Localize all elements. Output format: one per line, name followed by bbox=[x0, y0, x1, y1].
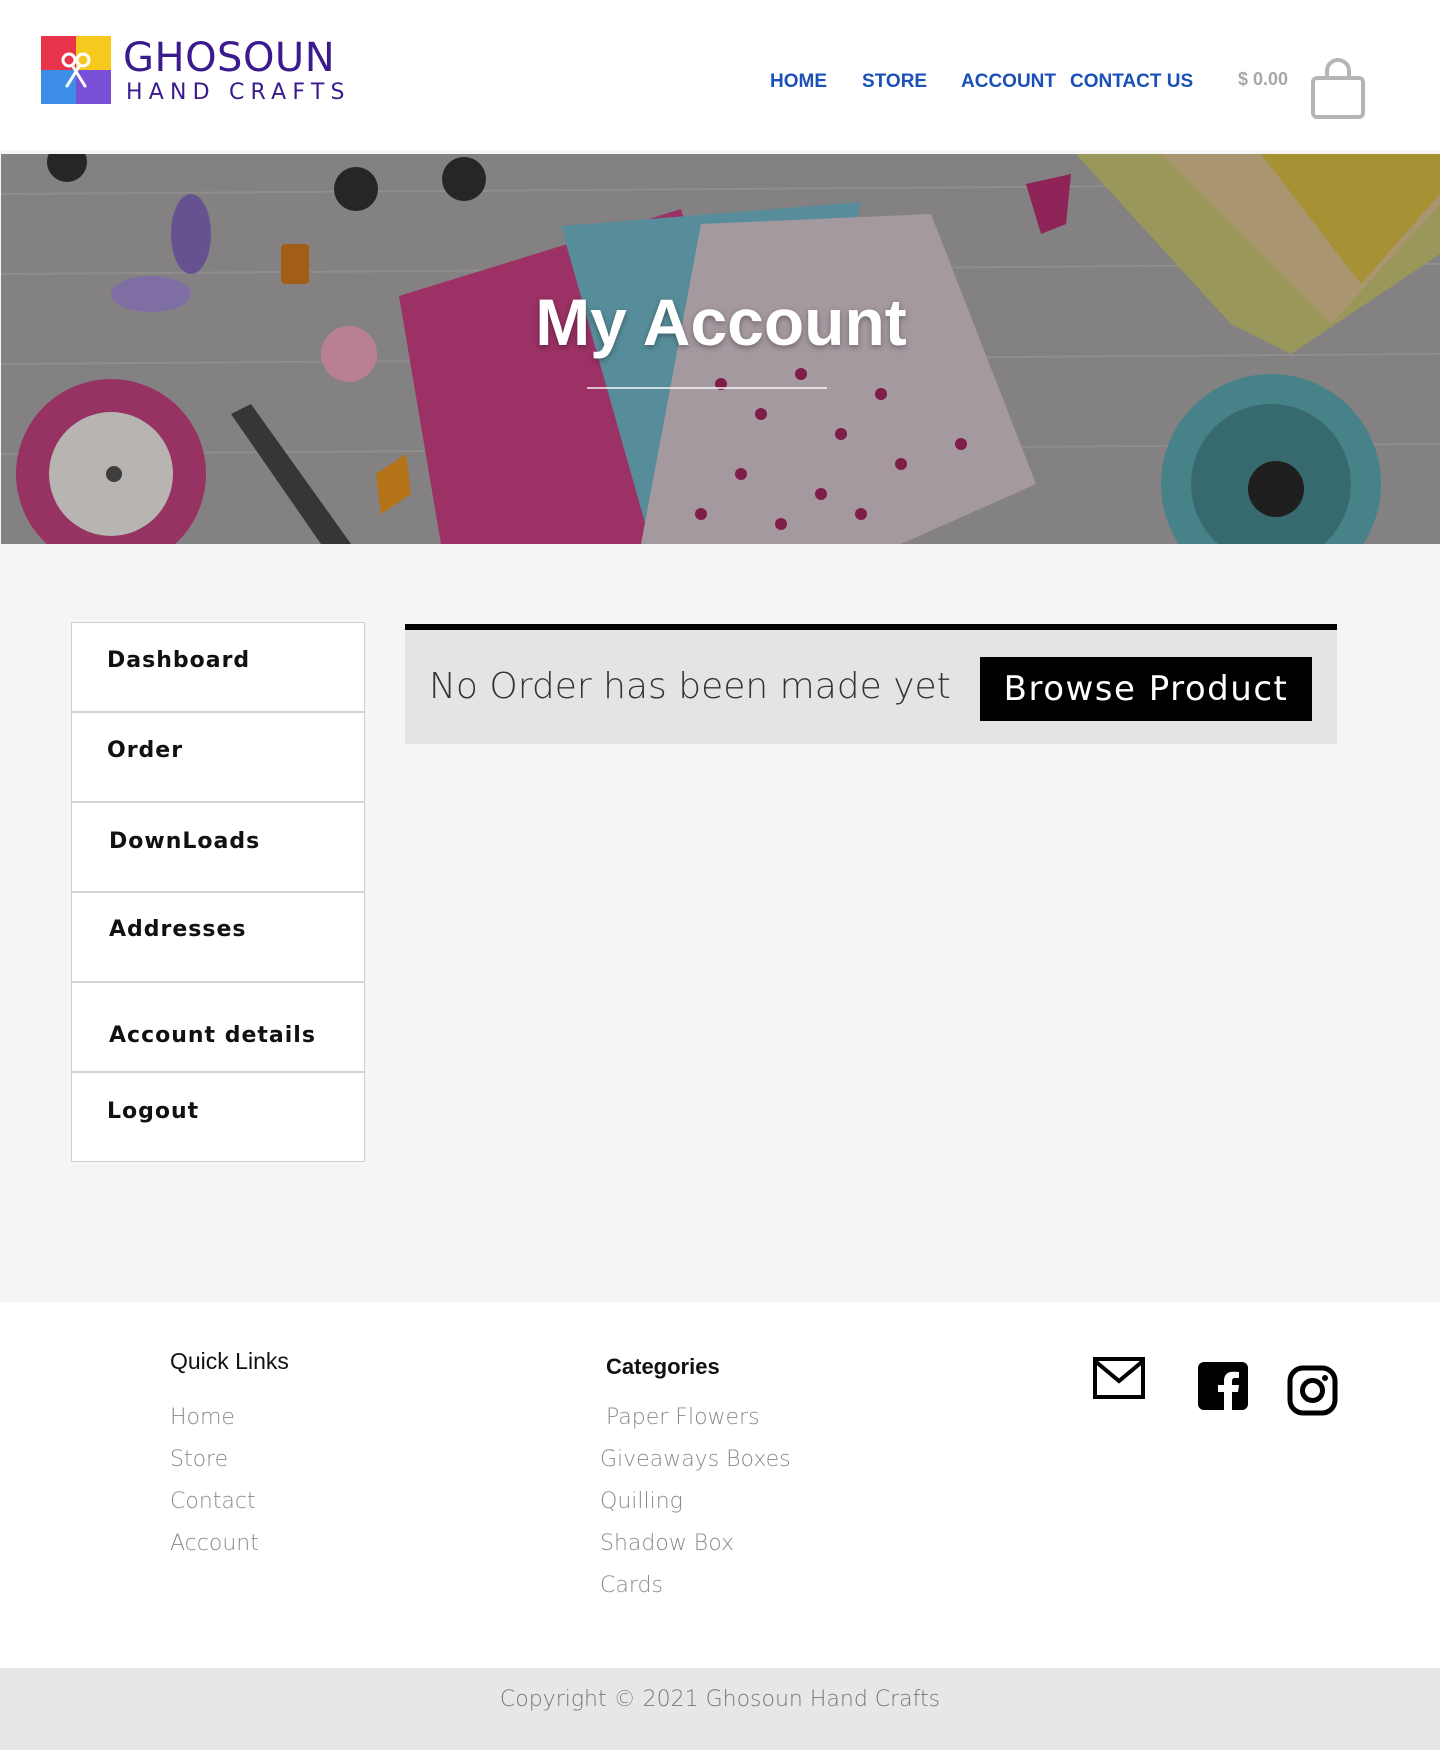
copyright-bar: Copyright © 2021 Ghosoun Hand Crafts bbox=[0, 1668, 1440, 1750]
page-title: My Account bbox=[535, 285, 907, 359]
nav-home[interactable]: HOME bbox=[770, 71, 827, 93]
account-menu-label: Order bbox=[107, 738, 184, 763]
mail-icon[interactable] bbox=[1093, 1357, 1145, 1399]
categories-heading: Categories bbox=[606, 1354, 720, 1379]
category-link-quilling[interactable]: Quilling bbox=[600, 1488, 683, 1516]
brand-tagline: HAND CRAFTS bbox=[126, 80, 351, 105]
brand-name: GHOSOUN bbox=[123, 35, 336, 81]
category-link-paper-flowers[interactable]: Paper Flowers bbox=[606, 1404, 760, 1432]
nav-account[interactable]: ACCOUNT bbox=[961, 71, 1056, 93]
category-link-shadow-box[interactable]: Shadow Box bbox=[600, 1530, 734, 1558]
facebook-icon[interactable] bbox=[1198, 1362, 1248, 1410]
footer-link-home[interactable]: Home bbox=[170, 1404, 235, 1432]
cart-total[interactable]: $ 0.00 bbox=[1238, 68, 1288, 90]
instagram-icon[interactable] bbox=[1287, 1365, 1338, 1416]
copyright-text: Copyright © 2021 Ghosoun Hand Crafts bbox=[499, 1687, 941, 1712]
footer-link-account[interactable]: Account bbox=[170, 1530, 259, 1558]
hero-banner: My Account bbox=[1, 154, 1440, 544]
account-menu-label: DownLoads bbox=[109, 829, 261, 854]
no-order-message: No Order has been made yet bbox=[429, 666, 951, 707]
quick-links-heading: Quick Links bbox=[170, 1348, 289, 1374]
orders-notice: No Order has been made yet Browse Produc… bbox=[405, 624, 1337, 744]
account-menu-label: Logout bbox=[107, 1099, 200, 1124]
category-link-giveaways-boxes[interactable]: Giveaways Boxes bbox=[600, 1446, 791, 1474]
account-menu-addresses[interactable]: Addresses bbox=[72, 893, 364, 983]
account-menu-order[interactable]: Order bbox=[72, 713, 364, 803]
account-menu-label: Account details bbox=[109, 1023, 316, 1048]
site-header: GHOSOUN HAND CRAFTS HOME STORE ACCOUNT C… bbox=[0, 0, 1440, 150]
browse-product-button[interactable]: Browse Product bbox=[980, 657, 1312, 721]
footer-link-contact[interactable]: Contact bbox=[170, 1488, 256, 1516]
nav-store[interactable]: STORE bbox=[862, 71, 927, 93]
account-menu-account-details[interactable]: Account details bbox=[72, 983, 364, 1073]
account-menu-logout[interactable]: Logout bbox=[72, 1073, 364, 1161]
shopping-bag-icon[interactable] bbox=[1310, 58, 1366, 120]
account-menu: Dashboard Order DownLoads Addresses Acco… bbox=[71, 622, 365, 1162]
site-footer: Quick Links Home Store Contact Account C… bbox=[0, 1302, 1440, 1668]
account-menu-dashboard[interactable]: Dashboard bbox=[72, 623, 364, 713]
category-link-cards[interactable]: Cards bbox=[600, 1572, 663, 1600]
footer-link-store[interactable]: Store bbox=[170, 1446, 228, 1474]
account-menu-label: Addresses bbox=[109, 917, 247, 942]
nav-contact-us[interactable]: CONTACT US bbox=[1070, 71, 1193, 93]
title-underline bbox=[587, 387, 827, 389]
logo-icon bbox=[41, 36, 111, 104]
account-menu-label: Dashboard bbox=[107, 648, 251, 673]
account-menu-downloads[interactable]: DownLoads bbox=[72, 803, 364, 893]
